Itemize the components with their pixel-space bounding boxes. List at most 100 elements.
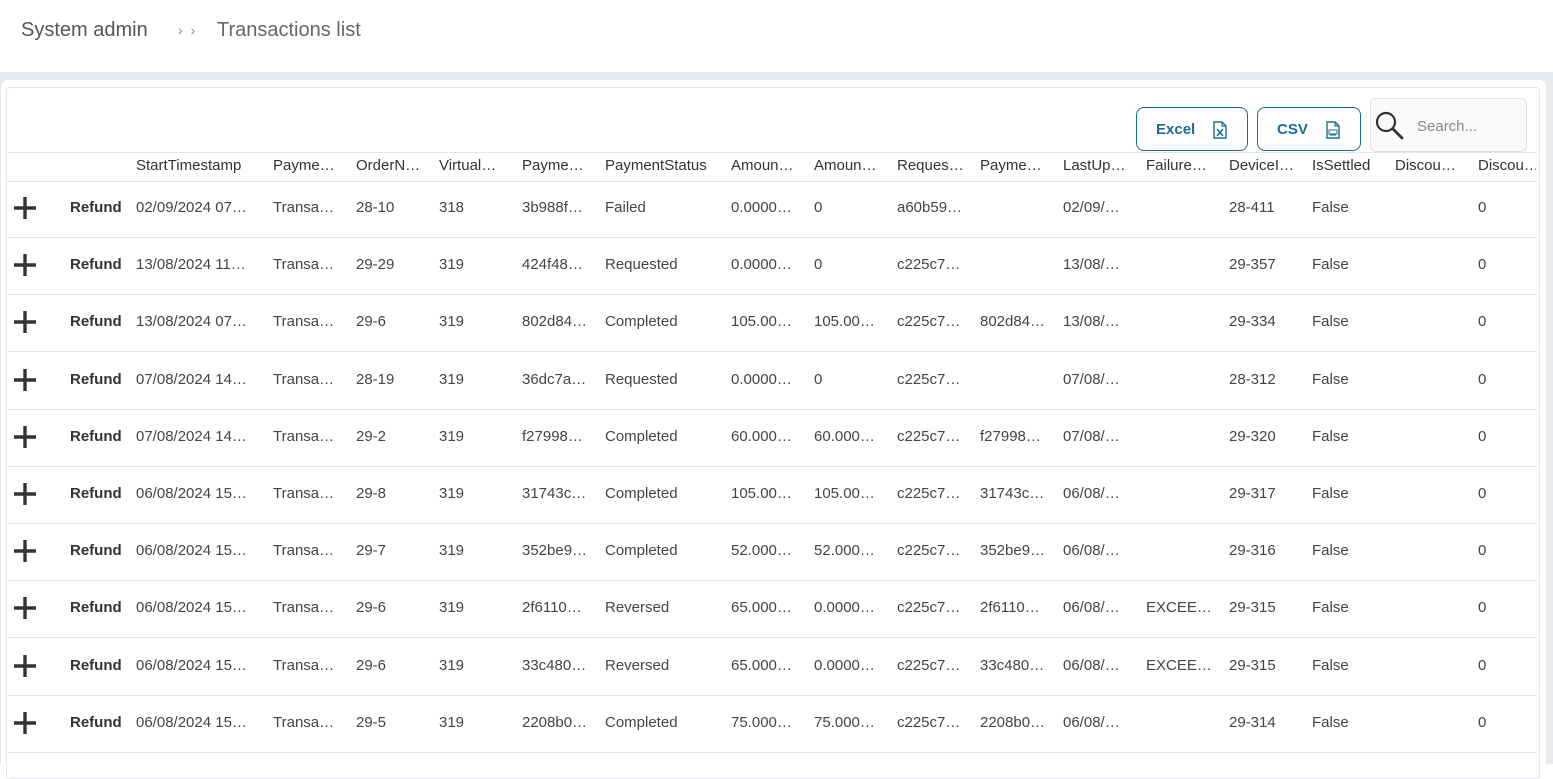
column-header[interactable]: LastUp… <box>1063 157 1141 174</box>
column-header[interactable]: Payme… <box>980 157 1058 174</box>
table-cell: 424f48… <box>522 256 583 274</box>
csv-export-button[interactable]: CSV <box>1257 107 1361 151</box>
column-header[interactable]: OrderN… <box>356 157 434 174</box>
table-cell: 07/08/2024 14… <box>136 427 247 445</box>
expand-row-plus-icon[interactable] <box>13 310 37 334</box>
table-cell: 0.0000… <box>731 370 792 388</box>
expand-row-plus-icon[interactable] <box>13 539 37 563</box>
table-cell: 33c480… <box>522 656 587 674</box>
table-cell: Transa… <box>273 313 335 331</box>
table-cell: c225c7… <box>897 370 961 388</box>
column-header[interactable]: IsSettled <box>1312 157 1390 174</box>
expand-row-plus-icon[interactable] <box>13 425 37 449</box>
column-header[interactable]: Amoun… <box>814 157 892 174</box>
table-cell: 29-6 <box>356 599 387 617</box>
table-cell: 29-316 <box>1229 542 1276 560</box>
refund-button[interactable]: Refund <box>70 714 122 731</box>
table-cell: 60.000… <box>731 427 792 445</box>
excel-export-button[interactable]: Excel <box>1136 107 1248 151</box>
table-cell: 319 <box>439 542 465 560</box>
expand-row-plus-icon[interactable] <box>13 654 37 678</box>
table-cell: 0.0000… <box>731 199 792 216</box>
expand-row-plus-icon[interactable] <box>13 253 37 277</box>
table-row: Refund 06/08/2024 15… Transa… 29-7 319 352be9… <box>7 523 1537 582</box>
table-cell: 52.000… <box>731 542 792 560</box>
column-header[interactable]: Discou… <box>1395 157 1473 174</box>
table-cell: 06/08/… <box>1063 542 1120 560</box>
refund-button[interactable]: Refund <box>70 371 122 388</box>
table-cell: 319 <box>439 313 465 331</box>
table-cell: 29-314 <box>1229 713 1276 731</box>
table-cell: 2208b0… <box>980 713 1046 731</box>
table-cell: 3b988f… <box>522 199 583 216</box>
table-cell: 0 <box>1478 713 1487 731</box>
table-cell: 60.000… <box>814 427 875 445</box>
excel-file-icon <box>1213 121 1227 139</box>
table-cell: 28-312 <box>1229 370 1276 388</box>
table-cell: 0.0000… <box>731 256 792 274</box>
table-cell: False <box>1312 485 1349 502</box>
table-cell: a60b59… <box>897 199 963 216</box>
table-cell: c225c7… <box>897 656 961 674</box>
table-cell: Requested <box>605 370 678 388</box>
table-cell: Completed <box>605 542 678 560</box>
column-header[interactable]: StartTimestamp <box>136 157 266 174</box>
table-cell: 29-315 <box>1229 656 1276 674</box>
table-cell: c225c7… <box>897 313 961 331</box>
table-cell: Transa… <box>273 256 335 274</box>
page-title: Transactions list <box>217 19 361 41</box>
table-cell: 31743c… <box>980 485 1045 502</box>
refund-button[interactable]: Refund <box>70 199 122 216</box>
refund-button[interactable]: Refund <box>70 542 122 559</box>
column-header[interactable]: Amoun… <box>731 157 809 174</box>
table-cell: Completed <box>605 485 678 502</box>
column-header[interactable]: Failure… <box>1146 157 1224 174</box>
table-cell: False <box>1312 199 1349 216</box>
table-cell: f27998… <box>522 427 583 445</box>
column-header[interactable]: Discou… <box>1478 157 1536 174</box>
column-header[interactable]: DeviceI… <box>1229 157 1307 174</box>
breadcrumb-root[interactable]: System admin <box>21 19 148 42</box>
expand-row-plus-icon[interactable] <box>13 196 37 220</box>
column-header[interactable]: Payme… <box>522 157 600 174</box>
table-cell: 0.0000… <box>814 656 875 674</box>
column-header[interactable]: PaymentStatus <box>605 157 727 174</box>
refund-button[interactable]: Refund <box>70 657 122 674</box>
table-cell: 13/08/2024 07… <box>136 313 247 331</box>
table-cell: Failed <box>605 199 646 216</box>
table-cell: 06/08/2024 15… <box>136 656 247 674</box>
expand-row-plus-icon[interactable] <box>13 482 37 506</box>
refund-button[interactable]: Refund <box>70 313 122 330</box>
column-header[interactable]: Virtual… <box>439 157 517 174</box>
search-box[interactable] <box>1370 98 1527 152</box>
table-cell: False <box>1312 542 1349 560</box>
search-input[interactable] <box>1415 115 1524 137</box>
table-cell: c225c7… <box>897 256 961 274</box>
table-cell: 802d84… <box>980 313 1046 331</box>
table-cell: 28-411 <box>1229 199 1275 216</box>
refund-button[interactable]: Refund <box>70 485 122 502</box>
table-cell: 02/09/… <box>1063 199 1120 216</box>
refund-button[interactable]: Refund <box>70 256 122 273</box>
column-header[interactable]: Reques… <box>897 157 975 174</box>
expand-row-plus-icon[interactable] <box>13 368 37 392</box>
header-row: StartTimestamp Payme… OrderN… Virtual… Payme… <box>7 152 1537 182</box>
table-cell: 2f6110… <box>522 599 582 617</box>
table-cell: f27998… <box>980 427 1041 445</box>
table-cell: 0.0000… <box>814 599 875 617</box>
column-header[interactable]: Payme… <box>273 157 351 174</box>
excel-button-label: Excel <box>1156 121 1196 138</box>
table-cell: 0 <box>1478 656 1487 674</box>
table-cell: 07/08/… <box>1063 370 1120 388</box>
expand-row-plus-icon[interactable] <box>13 596 37 620</box>
expand-row-plus-icon[interactable] <box>13 711 37 735</box>
table-cell: Transa… <box>273 599 335 617</box>
refund-button[interactable]: Refund <box>70 599 122 616</box>
refund-button[interactable]: Refund <box>70 428 122 445</box>
table-row: Refund 06/08/2024 15… Transa… 29-6 319 2f6110… <box>7 580 1537 639</box>
table-cell: 352be9… <box>980 542 1046 560</box>
table-cell: 105.00… <box>731 313 792 331</box>
search-icon <box>1375 111 1404 140</box>
table-cell: 33c480… <box>980 656 1045 674</box>
table-row: Refund 06/08/2024 15… Transa… 29-8 319 31743c… <box>7 466 1537 524</box>
